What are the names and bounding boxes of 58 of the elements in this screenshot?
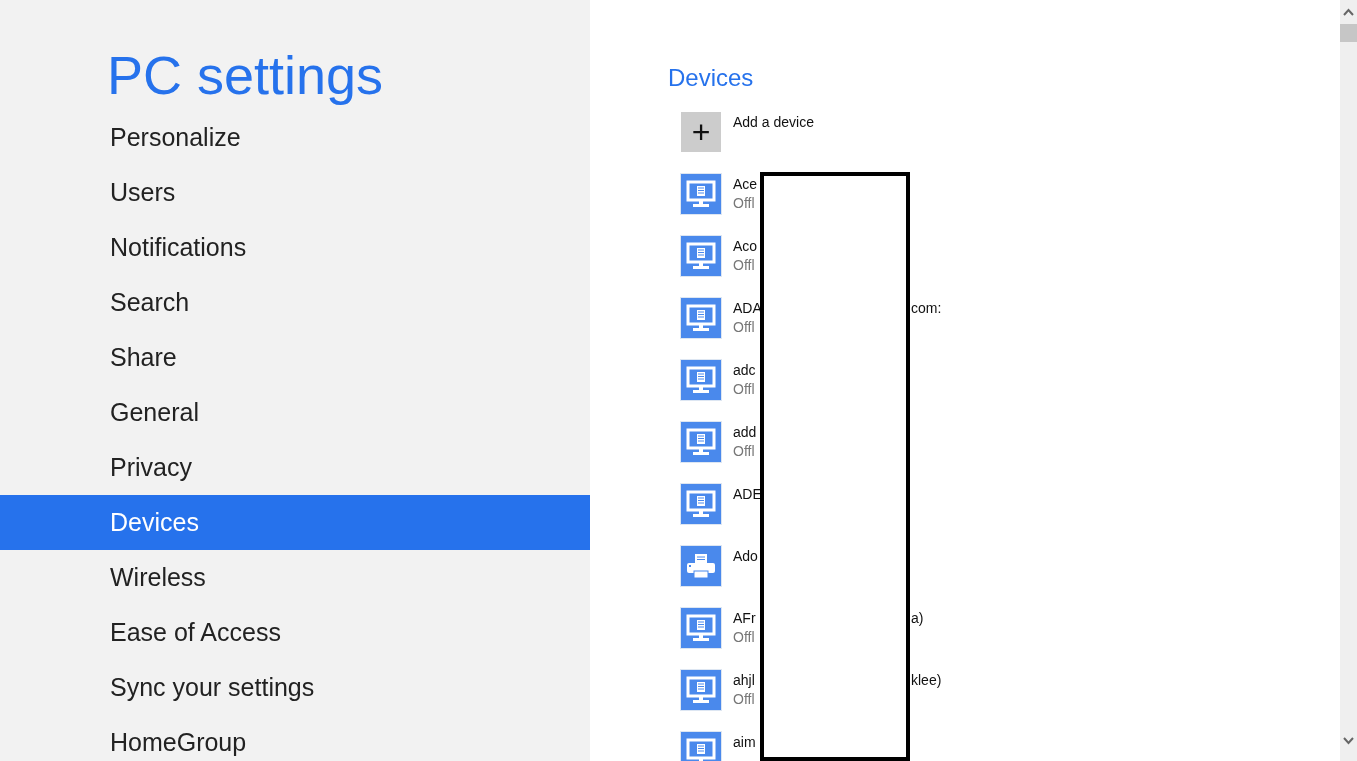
device-name: ahjl	[733, 672, 756, 688]
sidebar-item[interactable]: Wireless	[0, 550, 590, 605]
monitor-icon	[686, 490, 716, 518]
device-tile[interactable]	[681, 360, 721, 400]
printer-icon	[686, 552, 716, 580]
device-name: klee)	[911, 672, 942, 688]
device-tile[interactable]	[681, 484, 721, 524]
monitor-icon	[686, 242, 716, 270]
device-tile[interactable]	[681, 236, 721, 276]
device-name: adc	[733, 362, 757, 378]
scrollbar[interactable]	[1340, 0, 1357, 761]
sidebar-item[interactable]: Share	[0, 330, 590, 385]
scrollbar-thumb[interactable]	[1340, 24, 1357, 42]
device-tile[interactable]	[681, 732, 721, 761]
device-status: Offl	[733, 381, 756, 397]
device-tile[interactable]	[681, 174, 721, 214]
device-status: Offl	[733, 319, 756, 335]
device-name: AFr	[733, 610, 757, 626]
device-name: ADE	[733, 486, 763, 502]
device-tile[interactable]	[681, 670, 721, 710]
section-heading: Devices	[668, 64, 755, 92]
monitor-icon	[686, 180, 716, 208]
sidebar-item[interactable]: Privacy	[0, 440, 590, 495]
device-tile[interactable]	[681, 422, 721, 462]
monitor-icon	[686, 366, 716, 394]
device-status: Offl	[733, 629, 756, 645]
device-name: aim	[733, 734, 757, 750]
device-status: Offl	[733, 691, 756, 707]
monitor-icon	[686, 304, 716, 332]
device-name: Aco	[733, 238, 759, 254]
page-title: PC settings	[106, 44, 385, 107]
device-tile[interactable]	[681, 546, 721, 586]
add-device-label[interactable]: Add a device	[733, 114, 814, 130]
sidebar-item[interactable]: Personalize	[0, 110, 590, 165]
monitor-icon	[686, 738, 716, 761]
device-tile[interactable]	[681, 608, 721, 648]
device-name: add	[733, 424, 758, 440]
sidebar-item[interactable]: Users	[0, 165, 590, 220]
sidebar-item[interactable]: HomeGroup	[0, 715, 590, 761]
sidebar-item[interactable]: General	[0, 385, 590, 440]
sidebar-item[interactable]: Search	[0, 275, 590, 330]
device-name: ADA	[733, 300, 763, 316]
device-status: Offl	[733, 443, 756, 459]
device-name: a)	[911, 610, 924, 626]
device-name: com:	[911, 300, 942, 316]
sidebar-item[interactable]: Ease of Access	[0, 605, 590, 660]
add-device-button[interactable]: +	[681, 112, 721, 152]
sidebar-item[interactable]: Sync your settings	[0, 660, 590, 715]
sidebar-item[interactable]: Devices	[0, 495, 590, 550]
device-status: Offl	[733, 257, 756, 273]
device-name: Ado	[733, 548, 759, 564]
device-name: Ace	[733, 176, 759, 192]
monitor-icon	[686, 614, 716, 642]
monitor-icon	[686, 676, 716, 704]
monitor-icon	[686, 428, 716, 456]
device-tile[interactable]	[681, 298, 721, 338]
device-status: Offl	[733, 195, 756, 211]
sidebar-item[interactable]: Notifications	[0, 220, 590, 275]
